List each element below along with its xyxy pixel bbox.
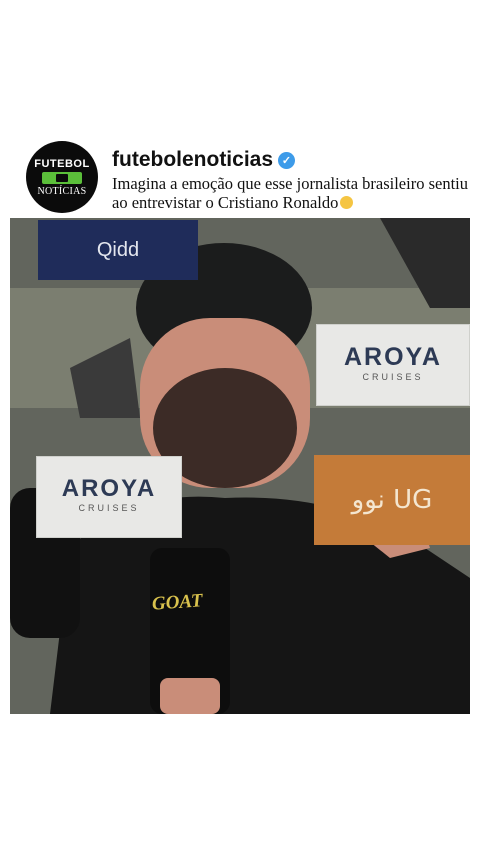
aroya-brand: AROYA	[344, 343, 442, 371]
sponsor-board-arabic: نوو UG	[314, 455, 470, 545]
avatar-text-top: FUTEBOL	[34, 157, 90, 170]
avatar-logo-icon	[42, 171, 82, 184]
qiddiya-text: Qidd	[96, 238, 140, 261]
username-row: futebolenoticias ✓	[112, 147, 296, 173]
caption-text: Imagina a emoção que esse jornalista bra…	[112, 174, 468, 212]
aroya-sub-left: CRUISES	[78, 503, 140, 513]
sponsor-board-qiddiya: Qidd	[38, 220, 198, 280]
microphone-label: GOAT	[151, 590, 204, 615]
sponsor-board-aroya-right: AROYA CRUISES	[316, 324, 470, 406]
post-header: FUTEBOL NOTÍCIAS futebolenoticias ✓ Imag…	[26, 141, 468, 215]
video-player[interactable]: Qidd AROYA CRUISES AROYA CRUISES نوو UG …	[10, 218, 470, 714]
account-avatar[interactable]: FUTEBOL NOTÍCIAS	[26, 141, 98, 213]
sponsor-board-aroya-left: AROYA CRUISES	[36, 456, 182, 538]
username[interactable]: futebolenoticias	[112, 148, 273, 172]
smiling-tear-emoji-icon	[340, 196, 354, 209]
arabic-board-text: نوو UG	[351, 485, 433, 515]
aroya-sub: CRUISES	[362, 372, 424, 382]
post-caption: Imagina a emoção que esse jornalista bra…	[112, 174, 468, 212]
avatar-text-bottom: NOTÍCIAS	[37, 185, 87, 197]
verified-badge-icon: ✓	[278, 151, 296, 169]
aroya-brand-left: AROYA	[61, 475, 157, 502]
